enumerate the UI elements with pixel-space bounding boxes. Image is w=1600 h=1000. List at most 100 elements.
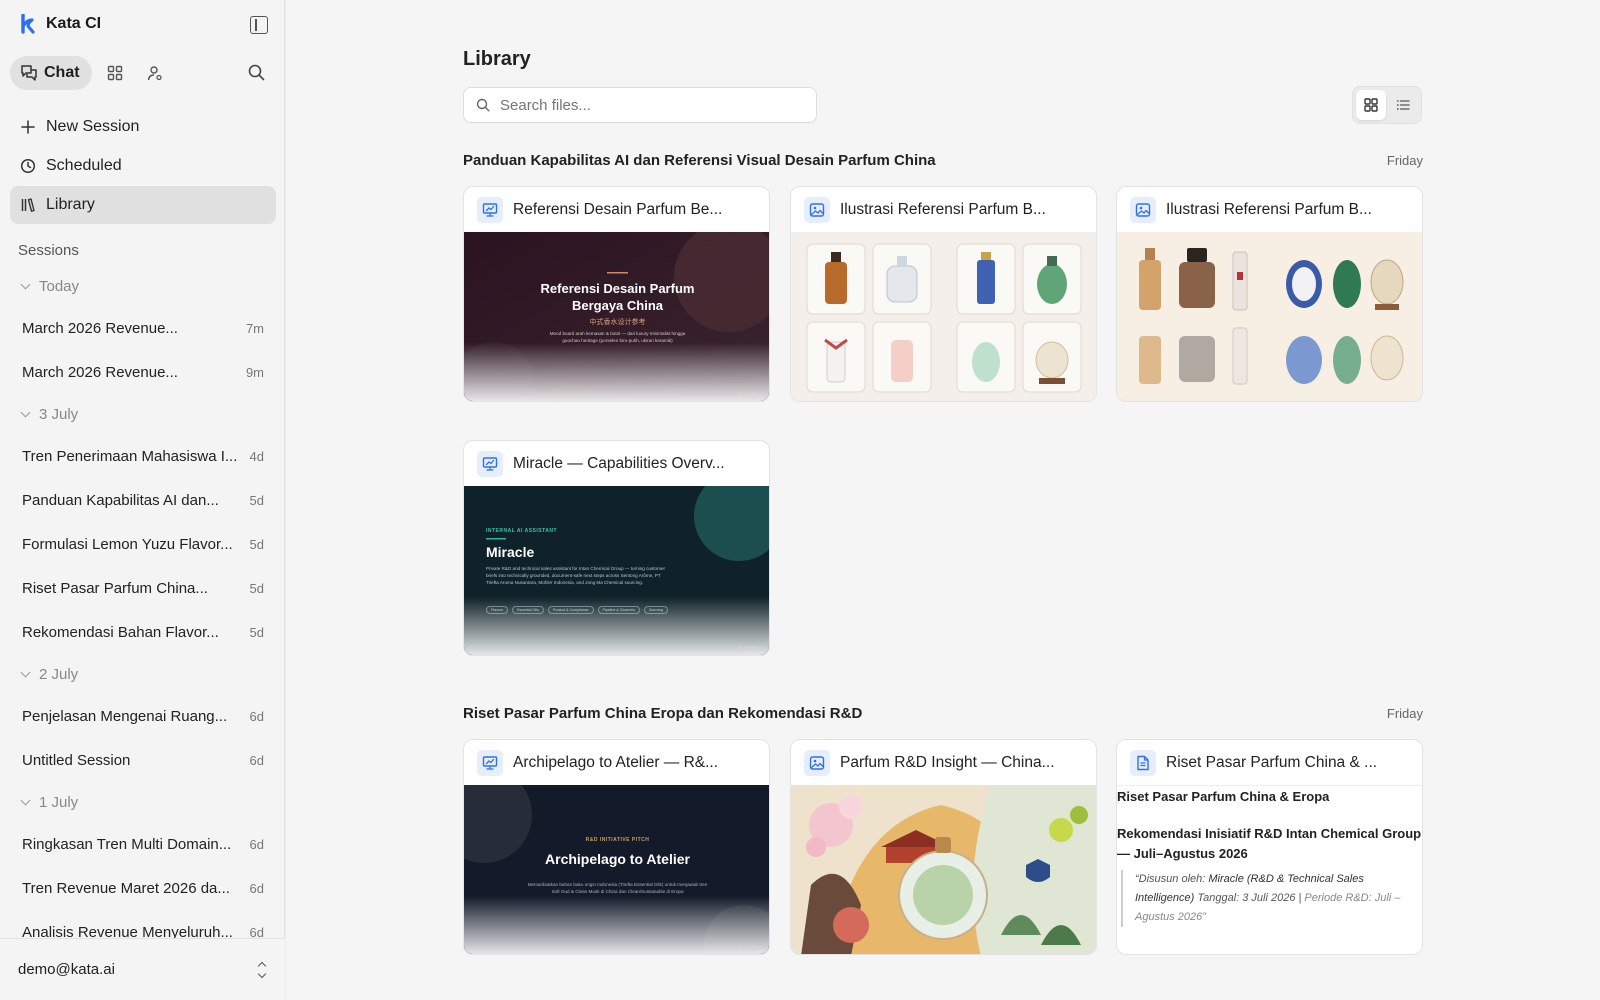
nav-label: New Session [46,118,140,135]
section-title: Riset Pasar Parfum China Eropa dan Rekom… [463,705,863,722]
nav-new-session[interactable]: New Session [10,108,276,146]
section-date: Friday [1386,153,1423,168]
session-item[interactable]: Formulasi Lemon Yuzu Flavor... 5d [10,522,276,566]
file-card[interactable]: Archipelago to Atelier — R&... R&D INITI… [463,739,770,955]
presentation-thumbnail: INTERNAL AI ASSISTANT Miracle Private R&… [464,486,769,655]
session-age: 5d [249,580,264,596]
session-age: 9m [245,364,264,380]
session-item[interactable]: March 2026 Revenue... 7m [10,306,276,350]
sessions-heading: Sessions [18,242,79,259]
session-group-toggle[interactable]: 1 July [10,782,276,822]
thumb-kicker: R&D INITIATIVE PITCH [585,837,650,843]
sidebar-nav: New Session Scheduled Library [10,108,276,225]
session-group-toggle[interactable]: Today [10,266,276,306]
file-card-header: Referensi Desain Parfum Be... [464,187,769,232]
session-item[interactable]: Penjelasan Mengenai Ruang... 6d [10,694,276,738]
nav-label: Library [46,196,95,213]
sidebar: Kata CI Chat New Session Scheduled Libra… [0,0,285,1000]
chevron-up-down-icon [257,961,267,978]
thumb-title: Miracle [486,544,535,560]
session-age: 5d [249,492,264,508]
thumb-footer: 7 slides [738,392,762,399]
session-group-toggle[interactable]: 2 July [10,654,276,694]
session-name: Ringkasan Tren Multi Domain... [22,835,232,853]
file-name: Miracle — Capabilities Overv... [513,454,725,472]
nav-library[interactable]: Library [10,186,276,224]
section-header: Riset Pasar Parfum China Eropa dan Rekom… [463,705,1423,722]
section-header: Panduan Kapabilitas AI dan Referensi Vis… [463,152,1423,169]
doc-quote-text: Tanggal: 3 Juli 2026 | [1194,892,1305,904]
clock-icon [20,158,36,174]
grid-view-button[interactable] [1356,90,1386,120]
mode-apps-button[interactable] [98,56,132,90]
thumb-title: Archipelago to Atelier [545,851,690,867]
kata-logo-icon [21,14,35,34]
file-card[interactable]: Referensi Desain Parfum Be... Referensi … [463,186,770,402]
session-age: 5d [249,624,264,640]
session-age: 6d [249,752,264,768]
nav-scheduled[interactable]: Scheduled [10,147,276,185]
file-card[interactable]: Ilustrasi Referensi Parfum B... [1116,186,1423,402]
session-item[interactable]: Panduan Kapabilitas AI dan... 5d [10,478,276,522]
search-icon[interactable] [248,64,265,81]
session-group-label: 1 July [39,793,79,811]
doc-quote: “Disusun oleh: Miracle (R&D & Technical … [1121,870,1422,927]
session-name: Formulasi Lemon Yuzu Flavor... [22,535,233,553]
doc-quote-text: “Disusun oleh: [1135,873,1209,885]
file-card[interactable]: Parfum R&D Insight — China... [790,739,1097,955]
mode-agents-button[interactable] [138,56,172,90]
session-item[interactable]: Untitled Session 6d [10,738,276,782]
account-email: demo@kata.ai [18,961,115,978]
thumb-kicker: INTERNAL AI ASSISTANT [486,528,558,534]
session-item[interactable]: Ringkasan Tren Multi Domain... 6d [10,822,276,866]
session-item[interactable]: Riset Pasar Parfum China... 5d [10,566,276,610]
session-item[interactable]: Rekomendasi Bahan Flavor... 5d [10,610,276,654]
document-icon [1130,749,1156,776]
brand[interactable]: Kata CI [20,14,101,34]
thumb-footer: 8 slides [738,945,762,952]
doc-title: Riset Pasar Parfum China & Eropa [1117,789,1330,804]
sidebar-toggle-icon[interactable] [250,16,268,34]
session-item[interactable]: March 2026 Revenue... 9m [10,350,276,394]
session-name: March 2026 Revenue... [22,319,178,337]
presentation-thumbnail: Referensi Desain Parfum Bergaya China 中式… [464,232,769,401]
chat-icon [21,65,37,81]
file-name: Ilustrasi Referensi Parfum B... [1166,200,1372,218]
image-thumbnail [1117,232,1422,401]
chevron-down-icon [20,667,31,677]
session-age: 5d [249,536,264,552]
session-age: 7m [245,320,264,336]
session-age: 6d [249,708,264,724]
session-name: Tren Revenue Maret 2026 da... [22,879,230,897]
chevron-down-icon [20,407,31,417]
list-view-button[interactable] [1388,90,1418,120]
session-name: Rekomendasi Bahan Flavor... [22,623,219,641]
document-preview: Riset Pasar Parfum China & Eropa Rekomen… [1117,785,1422,954]
search-input[interactable] [500,96,800,114]
session-name: Panduan Kapabilitas AI dan... [22,491,219,509]
search-box [463,87,817,123]
session-item[interactable]: Tren Revenue Maret 2026 da... 6d [10,866,276,910]
file-card[interactable]: Ilustrasi Referensi Parfum B... [790,186,1097,402]
session-group-toggle[interactable]: 3 July [10,394,276,434]
file-card[interactable]: Riset Pasar Parfum China & ... Riset Pas… [1116,739,1423,955]
file-card[interactable]: Miracle — Capabilities Overv... INTERNAL… [463,440,770,656]
session-age: 6d [249,836,264,852]
list-icon [1396,100,1410,110]
session-group-label: 2 July [39,665,79,683]
app-name: Kata CI [46,15,102,32]
file-card-header: Riset Pasar Parfum China & ... [1117,740,1422,785]
file-card-header: Miracle — Capabilities Overv... [464,441,769,486]
view-toggle [1352,86,1422,124]
account-switcher[interactable]: demo@kata.ai [0,938,285,1000]
file-card-header: Parfum R&D Insight — China... [791,740,1096,785]
file-card-header: Archipelago to Atelier — R&... [464,740,769,785]
session-list: Today March 2026 Revenue... 7m March 202… [10,266,276,954]
file-name: Referensi Desain Parfum Be... [513,200,723,218]
mode-chat-button[interactable]: Chat [10,56,92,90]
session-item[interactable]: Tren Penerimaan Mahasiswa I... 4d [10,434,276,478]
session-name: Untitled Session [22,751,131,769]
thumb-body: Memanfaatkan bahan baku origin Indonesia… [527,882,708,894]
page-title: Library [463,48,531,70]
session-name: Tren Penerimaan Mahasiswa I... [22,447,238,465]
